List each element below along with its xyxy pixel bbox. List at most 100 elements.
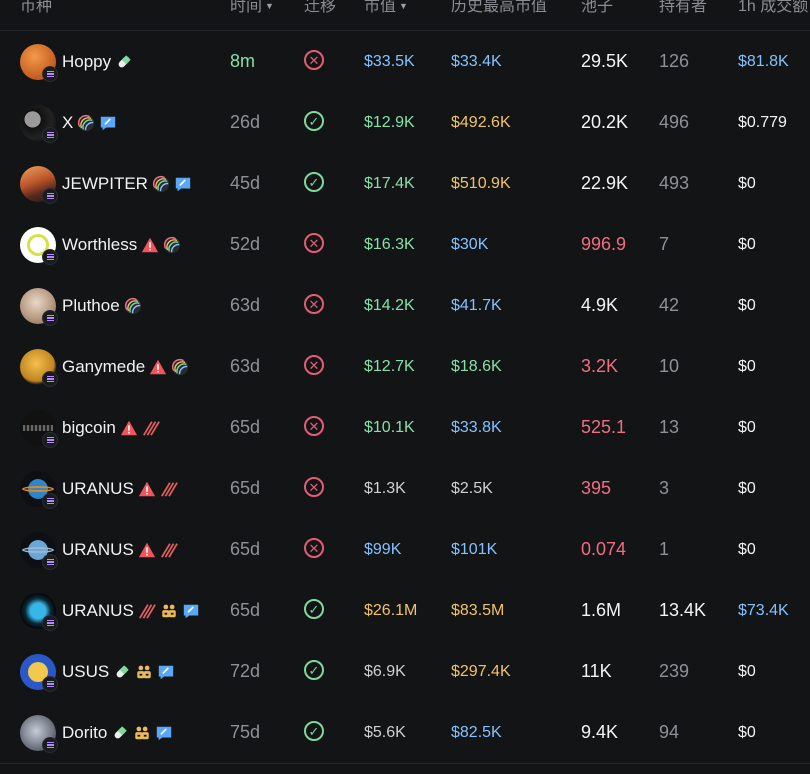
table-row[interactable]: URANUS 65d ✕ $1.3K $2.5K 395 3 $0 [0,458,810,520]
pool-size: 996.9 [581,234,627,254]
x-circle-icon: ✕ [304,538,324,558]
check-circle-icon: ✓ [304,111,324,131]
ath-market-cap: $510.9K [451,175,511,192]
header-holders[interactable]: 持有者 [659,0,707,16]
chain-icon [42,432,58,448]
token-age: 65d [230,417,261,437]
token-avatar[interactable] [20,471,58,509]
token-avatar[interactable] [20,349,58,387]
token-age: 63d [230,356,261,376]
volume-1h: $0 [738,297,756,314]
pill-icon [113,663,131,681]
table-row[interactable]: Hoppy 8m ✕ $33.5K $33.4K 29.5K 126 $81.8… [0,31,810,93]
token-avatar[interactable] [20,593,58,631]
chain-icon [42,493,58,509]
token-avatar[interactable] [20,105,58,143]
token-name[interactable]: USUS [62,641,175,702]
pool-size: 11K [581,661,612,681]
token-avatar[interactable] [20,532,58,570]
header-migrate[interactable]: 迁移 [304,0,336,16]
chain-icon [42,127,58,143]
token-name-label: URANUS [62,601,134,620]
table-row[interactable]: Dorito 75d ✓ $5.6K $82.5K 9.4K 94 $0 [0,702,810,764]
table-row[interactable]: URANUS 65d ✕ $99K $101K 0.074 1 $0 [0,519,810,581]
token-name[interactable]: Ganymede [62,336,189,397]
table-header: 币种 时间 ▼ 迁移 市值 ▼ 历史最高市值 池子 持有者 1h 成交额 [0,0,810,31]
token-age: 45d [230,173,261,193]
token-age: 65d [230,600,261,620]
token-name[interactable]: Hoppy [62,31,133,92]
token-avatar[interactable] [20,715,58,753]
table-row[interactable]: bigcoin 65d ✕ $10.1K $33.8K 525.1 13 $0 [0,397,810,459]
token-name-label: X [62,113,74,132]
ath-market-cap: $297.4K [451,663,511,680]
sort-down-icon: ▼ [265,1,274,11]
token-name-label: USUS [62,662,110,681]
ath-market-cap: $33.4K [451,53,502,70]
table-row[interactable]: URANUS 65d ✓ $26.1M $83.5M 1.6M 13.4K $7… [0,580,810,642]
token-name-label: JEWPITER [62,174,148,193]
header-coin[interactable]: 币种 [20,0,52,16]
table-row[interactable]: Worthless 52d ✕ $16.3K $30K 996.9 7 $0 [0,214,810,276]
token-avatar[interactable] [20,288,58,326]
token-name-label: Hoppy [62,52,112,71]
ath-market-cap: $101K [451,541,498,558]
token-age: 75d [230,722,261,742]
header-volume[interactable]: 1h 成交额 [738,0,808,16]
token-avatar[interactable] [20,227,58,265]
pool-size: 1.6M [581,600,622,620]
holders-count: 13 [659,417,680,437]
market-cap: $5.6K [364,724,406,741]
token-name[interactable]: Dorito [62,702,173,763]
token-name[interactable]: bigcoin [62,397,160,458]
header-mcap[interactable]: 市值 ▼ [364,0,408,16]
token-age: 65d [230,539,261,559]
token-name[interactable]: X [62,92,117,153]
token-name[interactable]: URANUS [62,580,200,641]
market-cap: $33.5K [364,53,415,70]
ath-market-cap: $30K [451,236,489,253]
holders-count: 493 [659,173,690,193]
volume-1h: $0 [738,419,756,436]
people-icon [160,602,178,620]
table-row[interactable]: Pluthoe 63d ✕ $14.2K $41.7K 4.9K 42 $0 [0,275,810,337]
pool-size: 9.4K [581,722,619,742]
token-name-label: bigcoin [62,418,116,437]
token-avatar[interactable] [20,410,58,448]
chat-icon [99,114,117,132]
header-ath[interactable]: 历史最高市值 [451,0,547,16]
token-avatar[interactable] [20,654,58,692]
warning-icon [149,358,167,376]
volume-1h: $0 [738,358,756,375]
token-name[interactable]: JEWPITER [62,153,192,214]
x-circle-icon: ✕ [304,416,324,436]
header-time-label: 时间 [230,0,263,15]
token-name[interactable]: URANUS [62,519,178,580]
pool-size: 395 [581,478,612,498]
market-cap: $1.3K [364,480,406,497]
warning-icon [138,480,156,498]
header-time[interactable]: 时间 ▼ [230,0,274,16]
chain-icon [42,554,58,570]
holders-count: 496 [659,112,690,132]
x-circle-icon: ✕ [304,355,324,375]
pool-size: 20.2K [581,112,629,132]
token-name-label: Ganymede [62,357,146,376]
token-name[interactable]: URANUS [62,458,178,519]
holders-count: 1 [659,539,670,559]
table-row[interactable]: USUS 72d ✓ $6.9K $297.4K 11K 239 $0 [0,641,810,703]
sort-down-icon: ▼ [399,1,408,11]
header-pool[interactable]: 池子 [581,0,613,16]
table-row[interactable]: JEWPITER 45d ✓ $17.4K $510.9K 22.9K 493 … [0,153,810,215]
token-name-label: Dorito [62,723,108,742]
token-avatar[interactable] [20,166,58,204]
market-cap: $12.9K [364,114,415,131]
table-row[interactable]: Ganymede 63d ✕ $12.7K $18.6K 3.2K 10 $0 [0,336,810,398]
token-age: 63d [230,295,261,315]
market-cap: $10.1K [364,419,415,436]
token-name[interactable]: Pluthoe [62,275,142,336]
token-avatar[interactable] [20,44,58,82]
table-row[interactable]: X 26d ✓ $12.9K $492.6K 20.2K 496 $0.779 [0,92,810,154]
warning-icon [138,541,156,559]
token-name[interactable]: Worthless [62,214,181,275]
